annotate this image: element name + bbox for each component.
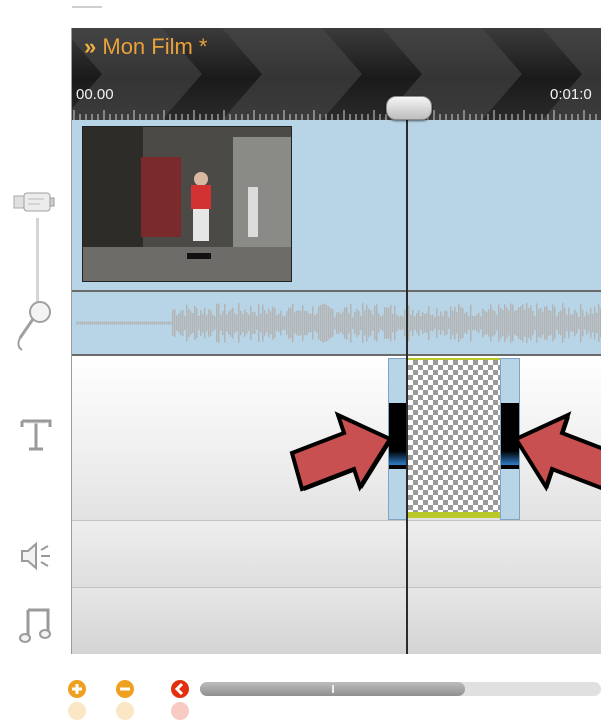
playhead-line[interactable] bbox=[406, 120, 408, 654]
title-clip[interactable] bbox=[406, 358, 502, 518]
music-note-icon[interactable] bbox=[18, 604, 54, 644]
record-icon-reflection bbox=[171, 702, 189, 720]
minus-icon[interactable] bbox=[115, 679, 135, 699]
plus-icon[interactable] bbox=[67, 679, 87, 699]
speaker-icon[interactable] bbox=[18, 538, 54, 574]
video-frame-image bbox=[83, 127, 291, 281]
record-icon[interactable] bbox=[170, 679, 190, 699]
sound-effects-track[interactable] bbox=[72, 521, 601, 588]
ruler-start-time: 00.00 bbox=[76, 86, 114, 103]
music-track[interactable] bbox=[72, 588, 601, 654]
double-chevron-icon: » bbox=[84, 34, 97, 59]
text-t-icon[interactable] bbox=[18, 415, 54, 455]
header-chevron-decoration bbox=[542, 28, 601, 120]
minus-icon-reflection bbox=[116, 702, 134, 720]
left-pointing-arrow-icon bbox=[513, 411, 601, 492]
timeline-header: » Mon Film * 00.00 0:01:0 bbox=[72, 28, 601, 120]
timeline-panel: » Mon Film * 00.00 0:01:0 bbox=[71, 28, 601, 654]
microphone-icon[interactable] bbox=[14, 298, 54, 354]
project-title-text: Mon Film * bbox=[102, 34, 208, 59]
playhead-handle[interactable] bbox=[386, 96, 432, 120]
top-divider bbox=[72, 0, 102, 8]
project-title[interactable]: » Mon Film * bbox=[84, 34, 208, 60]
video-clip-thumbnail[interactable] bbox=[82, 126, 292, 282]
right-pointing-arrow-icon bbox=[289, 411, 393, 492]
scroll-thumb-grip bbox=[332, 685, 334, 693]
video-track[interactable] bbox=[72, 120, 601, 292]
audio-track[interactable] bbox=[72, 292, 601, 356]
video-camera-icon[interactable] bbox=[12, 190, 56, 216]
time-ruler[interactable] bbox=[72, 108, 601, 120]
plus-icon-reflection bbox=[68, 702, 86, 720]
ruler-end-time: 0:01:0 bbox=[550, 86, 592, 103]
clip-duration-bar bbox=[406, 512, 500, 518]
track-height-slider[interactable] bbox=[36, 218, 39, 308]
header-chevron-decoration bbox=[222, 28, 362, 120]
audio-waveform bbox=[76, 303, 601, 343]
